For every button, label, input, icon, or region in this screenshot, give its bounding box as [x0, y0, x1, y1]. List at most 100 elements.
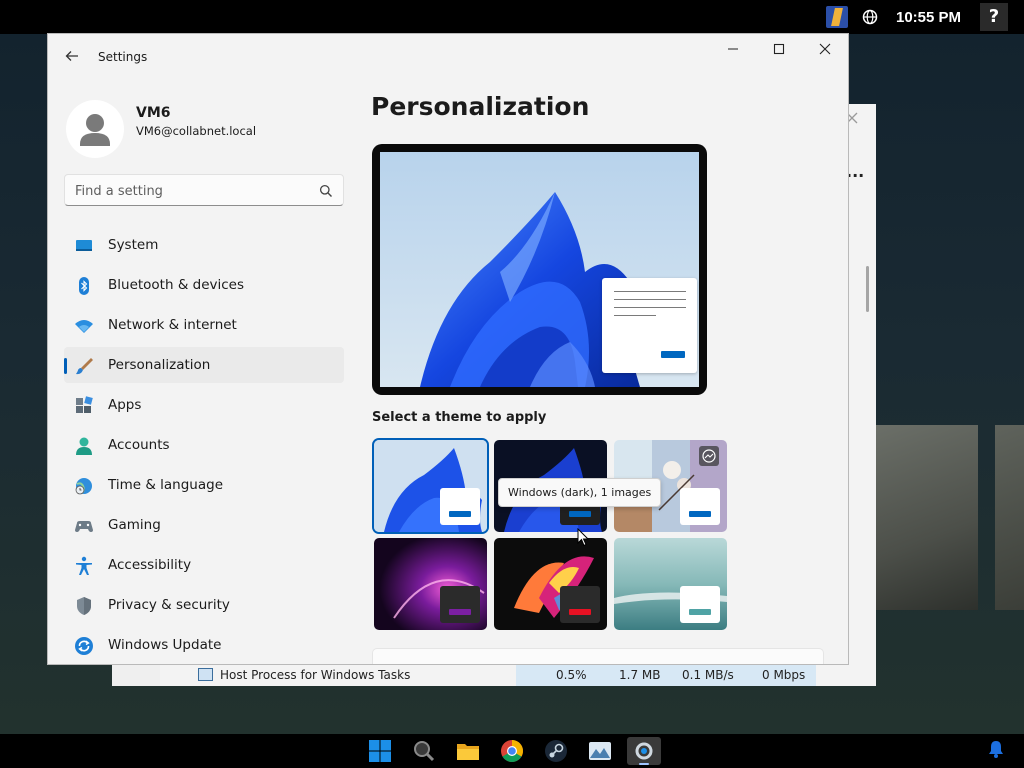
network-value: 0 Mbps — [762, 668, 806, 682]
sidebar-item-personalization[interactable]: Personalization — [64, 347, 344, 383]
taskbar-search[interactable] — [407, 737, 441, 765]
app-launcher-icon[interactable] — [826, 6, 848, 28]
sidebar-item-network[interactable]: Network & internet — [64, 307, 344, 343]
theme-glow[interactable] — [374, 538, 487, 630]
sidebar-item-system[interactable]: System — [64, 227, 344, 263]
preview-button — [661, 351, 685, 358]
sidebar-item-privacy[interactable]: Privacy & security — [64, 587, 344, 623]
page-title: Personalization — [371, 92, 590, 121]
user-email: VM6@collabnet.local — [136, 124, 257, 138]
sidebar-item-label: Bluetooth & devices — [108, 277, 245, 293]
settings-card[interactable] — [372, 648, 824, 664]
sidebar-item-bluetooth[interactable]: Bluetooth & devices — [64, 267, 344, 303]
file-explorer-icon — [457, 744, 479, 760]
table-row[interactable]: Host Process for Windows Tasks 0.5% 1.7 … — [160, 664, 876, 686]
search-box[interactable] — [64, 174, 344, 206]
close-icon — [819, 43, 831, 55]
preview-wallpaper — [380, 152, 699, 387]
sidebar-item-time-language[interactable]: Time & language — [64, 467, 344, 503]
sidebar-item-label: Time & language — [108, 477, 224, 493]
process-name: Host Process for Windows Tasks — [220, 668, 411, 682]
system-icon — [76, 240, 92, 251]
close-button[interactable] — [802, 34, 848, 66]
accessibility-icon — [76, 556, 92, 575]
clock: 10:55 PM — [896, 9, 962, 26]
sidebar-item-windows-update[interactable]: Windows Update — [64, 627, 344, 663]
theme-section-heading: Select a theme to apply — [372, 410, 547, 425]
sidebar-item-label: Accessibility — [108, 557, 192, 573]
disk-value: 0.1 MB/s — [682, 668, 734, 682]
process-icon — [198, 668, 213, 681]
help-button[interactable]: ? — [980, 3, 1008, 31]
sidebar-item-accounts[interactable]: Accounts — [64, 427, 344, 463]
sidebar-item-label: Privacy & security — [108, 597, 230, 613]
time-language-icon — [75, 478, 92, 495]
wallpaper-detail — [876, 425, 978, 610]
theme-accent-preview — [680, 586, 720, 623]
theme-accent-preview — [560, 586, 600, 623]
accounts-icon — [76, 437, 92, 455]
search-icon[interactable] — [319, 184, 333, 198]
active-indicator — [639, 763, 649, 765]
taskbar-chrome[interactable] — [495, 737, 529, 765]
user-name: VM6 — [136, 105, 171, 121]
notification-bell-icon[interactable] — [988, 740, 1004, 758]
theme-captured-motion[interactable] — [494, 538, 607, 630]
shield-icon — [77, 597, 91, 615]
photos-icon — [589, 742, 611, 760]
sidebar-item-apps[interactable]: Apps — [64, 387, 344, 423]
sidebar-item-label: Accounts — [108, 437, 170, 453]
theme-preview — [372, 144, 707, 395]
gamepad-icon — [75, 521, 93, 532]
theme-windows-light[interactable] — [374, 440, 487, 532]
taskbar-photos[interactable] — [583, 737, 617, 765]
theme-flow[interactable] — [614, 538, 727, 630]
slideshow-icon — [699, 446, 719, 466]
taskbar-settings[interactable] — [627, 737, 661, 765]
apps-icon — [76, 396, 93, 413]
update-icon — [75, 637, 93, 655]
preview-window-card — [602, 278, 697, 373]
brush-icon — [76, 358, 93, 375]
theme-accent-preview — [680, 488, 720, 525]
scrollbar[interactable] — [866, 266, 869, 312]
taskbar — [0, 734, 1024, 768]
memory-value: 1.7 MB — [619, 668, 661, 682]
taskbar-file-explorer[interactable] — [451, 737, 485, 765]
top-bar: 10:55 PM ? — [0, 0, 1024, 34]
wallpaper-detail — [995, 425, 1024, 610]
taskbar-steam[interactable] — [539, 737, 573, 765]
avatar[interactable] — [66, 100, 124, 158]
search-input[interactable] — [75, 181, 305, 201]
steam-icon — [545, 740, 567, 762]
maximize-icon — [773, 43, 785, 55]
title-bar: Settings — [48, 34, 848, 80]
search-icon — [414, 741, 435, 762]
sidebar-item-label: Apps — [108, 397, 142, 413]
sidebar-item-gaming[interactable]: Gaming — [64, 507, 344, 543]
settings-app-icon — [635, 742, 653, 760]
minimize-button[interactable] — [710, 34, 756, 66]
globe-icon[interactable] — [862, 9, 878, 25]
sidebar-item-accessibility[interactable]: Accessibility — [64, 547, 344, 583]
sidebar-item-label: System — [108, 237, 159, 253]
background-window-sidebar — [112, 664, 160, 686]
more-options-button[interactable]: ... — [846, 162, 864, 181]
user-icon — [80, 114, 110, 146]
cpu-value: 0.5% — [556, 668, 587, 682]
settings-window: Settings VM6 VM6@collabnet.local System — [48, 34, 848, 664]
bluetooth-icon — [79, 277, 89, 295]
wifi-icon — [75, 320, 93, 333]
back-arrow-icon[interactable] — [64, 48, 80, 64]
sidebar-item-label: Windows Update — [108, 637, 222, 653]
theme-tooltip: Windows (dark), 1 images — [498, 478, 662, 507]
sidebar-item-label: Network & internet — [108, 317, 237, 333]
mouse-cursor-icon — [577, 528, 589, 547]
start-icon — [369, 740, 391, 762]
minimize-icon — [728, 48, 738, 50]
sidebar-nav: System Bluetooth & devices Network & int… — [64, 227, 344, 664]
taskbar-start[interactable] — [363, 737, 397, 765]
maximize-button[interactable] — [756, 34, 802, 66]
theme-accent-preview — [440, 488, 480, 525]
sidebar-item-label: Gaming — [108, 517, 161, 533]
